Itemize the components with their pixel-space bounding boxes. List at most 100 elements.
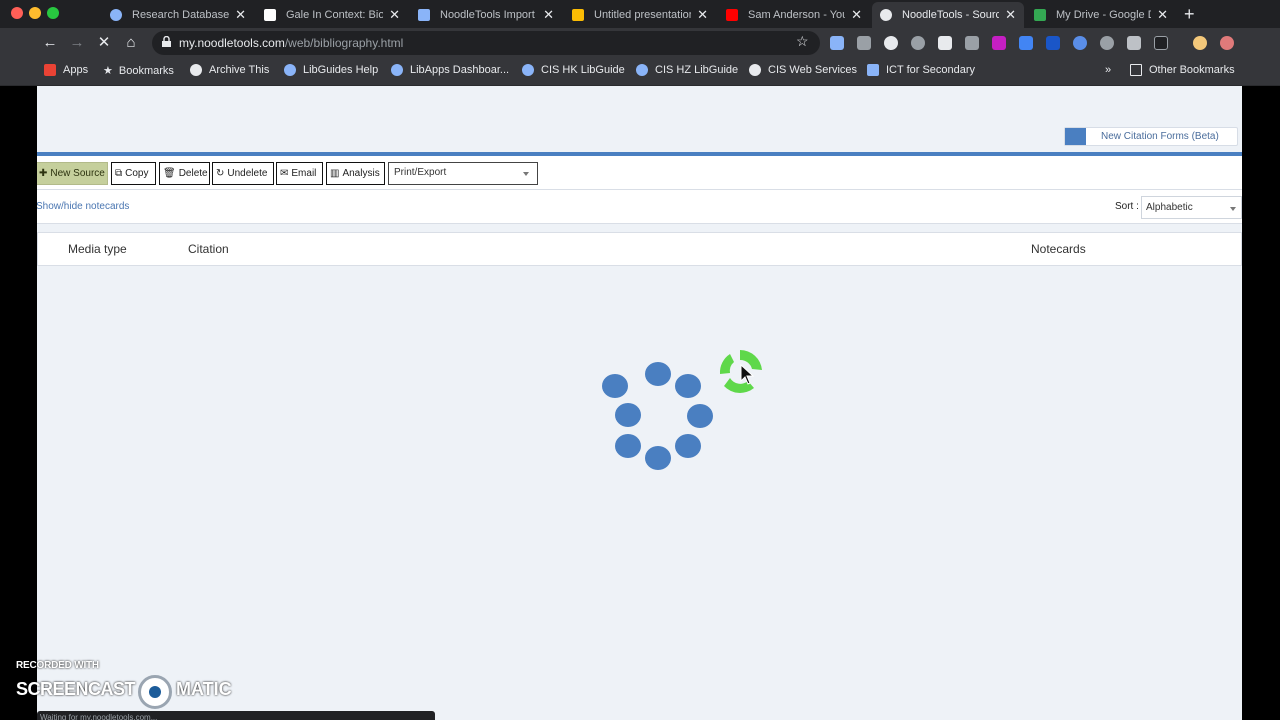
new-tab-button[interactable]: +	[1184, 4, 1195, 25]
close-icon[interactable]: ✕	[1157, 7, 1168, 23]
bookmark-label: Apps	[63, 64, 89, 76]
trash-icon: 🗑	[163, 168, 176, 179]
address-bar[interactable]: my.noodletools.com/web/bibliography.html	[152, 31, 820, 55]
bookmark-archive-this[interactable]: Archive This	[190, 64, 269, 76]
cloud-icon	[284, 64, 296, 76]
bookmark-label: Bookmarks	[118, 64, 174, 77]
delete-button[interactable]: 🗑 Delete	[159, 162, 210, 185]
undelete-button[interactable]: ↻ Undelete	[212, 162, 274, 185]
tab-noodletools-import[interactable]: NoodleTools Import ✕	[410, 2, 562, 28]
column-notecards[interactable]: Notecards	[1031, 242, 1086, 256]
plus-icon: ✚	[39, 168, 48, 179]
extension-icon[interactable]	[1154, 36, 1168, 50]
extension-icon[interactable]	[938, 36, 952, 50]
stop-loading-icon[interactable]: ✕	[94, 33, 114, 53]
tab-label: Untitled presentation	[594, 9, 692, 21]
close-window-button[interactable]	[11, 7, 23, 19]
globe-icon	[190, 64, 202, 76]
other-bookmarks[interactable]: Other Bookmarks	[1130, 64, 1235, 76]
apps-grid-icon	[44, 64, 56, 76]
extension-icon[interactable]	[1073, 36, 1087, 50]
sort-select[interactable]: Alphabetic	[1141, 196, 1242, 219]
tab-youtube[interactable]: Sam Anderson - You ✕	[718, 2, 870, 28]
maximize-window-button[interactable]	[47, 7, 59, 19]
close-icon[interactable]: ✕	[235, 7, 246, 23]
youtube-icon	[726, 9, 738, 21]
bookmark-cis-hz-libguide[interactable]: CIS HZ LibGuide	[636, 64, 738, 76]
watermark-line1: RECORDED WITH	[16, 660, 99, 671]
print-export-select[interactable]: Print/Export	[388, 162, 538, 185]
bookmarks-overflow-button[interactable]: »	[1105, 64, 1111, 76]
bookmark-label: LibApps Dashboar...	[410, 64, 510, 76]
sources-list-area	[37, 273, 1242, 720]
close-icon[interactable]: ✕	[851, 7, 862, 23]
extension-icon[interactable]	[965, 36, 979, 50]
extension-icon[interactable]	[884, 36, 898, 50]
forward-arrow-icon[interactable]: →	[67, 33, 87, 53]
profile-avatar[interactable]	[1193, 36, 1207, 50]
button-label: Email	[291, 168, 317, 179]
extension-icon[interactable]	[1046, 36, 1060, 50]
extension-icon[interactable]	[857, 36, 871, 50]
close-icon[interactable]: ✕	[697, 7, 708, 23]
bookmark-libguides-help[interactable]: LibGuides Help	[284, 64, 378, 76]
button-label: New Source	[50, 168, 105, 179]
new-citation-forms-toggle[interactable]: New Citation Forms (Beta)	[1064, 127, 1238, 146]
bookmark-cis-hk-libguide[interactable]: CIS HK LibGuide	[522, 64, 625, 76]
bookmark-star-icon[interactable]: ☆	[796, 33, 809, 50]
bookmark-cis-web-services[interactable]: CIS Web Services	[749, 64, 857, 76]
tab-label: Research Databases	[132, 9, 230, 21]
new-source-button[interactable]: ✚ New Source	[37, 162, 108, 185]
show-hide-notecards-link[interactable]: Show/hide notecards	[37, 201, 129, 212]
copy-button[interactable]: ⧉ Copy	[111, 162, 156, 185]
status-bubble: Waiting for my.noodletools.com...	[37, 711, 435, 720]
bookmark-libapps-dashboard[interactable]: LibApps Dashboar...	[391, 64, 509, 76]
bookmark-label: ICT for Secondary	[886, 64, 976, 76]
minimize-window-button[interactable]	[29, 7, 41, 19]
toggle-switch[interactable]	[1065, 128, 1086, 145]
chevron-down-icon	[1230, 207, 1236, 211]
extension-icon[interactable]	[1220, 36, 1234, 50]
home-icon[interactable]: ⌂	[121, 33, 141, 53]
tab-gale[interactable]: Gale In Context: Biog ✕	[256, 2, 408, 28]
sort-label: Sort :	[1115, 201, 1139, 212]
bookmark-label: LibGuides Help	[303, 64, 379, 76]
extension-icon[interactable]	[830, 36, 844, 50]
bookmark-bookmarks[interactable]: ★ Bookmarks	[103, 64, 174, 78]
envelope-icon: ✉	[280, 168, 289, 179]
close-icon[interactable]: ✕	[389, 7, 400, 23]
copy-icon: ⧉	[115, 168, 123, 179]
bookmark-label: CIS HZ LibGuide	[655, 64, 739, 76]
extension-icon[interactable]	[1127, 36, 1141, 50]
close-icon[interactable]: ✕	[1005, 7, 1016, 23]
column-citation[interactable]: Citation	[188, 242, 229, 256]
bookmark-label: CIS HK LibGuide	[541, 64, 625, 76]
tab-google-drive[interactable]: My Drive - Google D ✕	[1026, 2, 1176, 28]
close-icon[interactable]: ✕	[543, 7, 554, 23]
options-bar: Show/hide notecards Sort : Alphabetic	[37, 190, 1242, 224]
url-path: /web/bibliography.html	[284, 36, 404, 50]
column-media-type[interactable]: Media type	[68, 242, 127, 256]
button-label: Analysis	[342, 168, 380, 179]
tab-untitled-presentation[interactable]: Untitled presentation ✕	[564, 2, 716, 28]
extension-icon[interactable]	[992, 36, 1006, 50]
extension-icon[interactable]	[1019, 36, 1033, 50]
tab-label: Gale In Context: Biog	[286, 9, 384, 21]
select-value: Alphabetic	[1146, 202, 1193, 213]
new-citation-forms-label: New Citation Forms (Beta)	[1101, 131, 1219, 142]
tab-research-databases[interactable]: Research Databases ✕	[102, 2, 254, 28]
back-arrow-icon[interactable]: ←	[40, 33, 60, 53]
overflow-chevron-icon: »	[1105, 64, 1112, 76]
url-host: my.noodletools.com	[179, 36, 285, 50]
extension-icon[interactable]	[911, 36, 925, 50]
extension-icon[interactable]	[1100, 36, 1114, 50]
tab-noodletools-sources[interactable]: NoodleTools - Sourc ✕	[872, 2, 1024, 28]
tab-label: My Drive - Google D	[1056, 9, 1152, 21]
chart-icon: ▥	[330, 168, 340, 179]
email-button[interactable]: ✉ Email	[276, 162, 323, 185]
bookmark-ict-for-secondary[interactable]: ICT for Secondary	[867, 64, 975, 76]
bookmark-apps[interactable]: Apps	[44, 64, 88, 76]
table-header: Media type Citation Notecards	[37, 232, 1242, 266]
analysis-button[interactable]: ▥ Analysis	[326, 162, 385, 185]
screen: Research Databases ✕ Gale In Context: Bi…	[0, 0, 1280, 720]
